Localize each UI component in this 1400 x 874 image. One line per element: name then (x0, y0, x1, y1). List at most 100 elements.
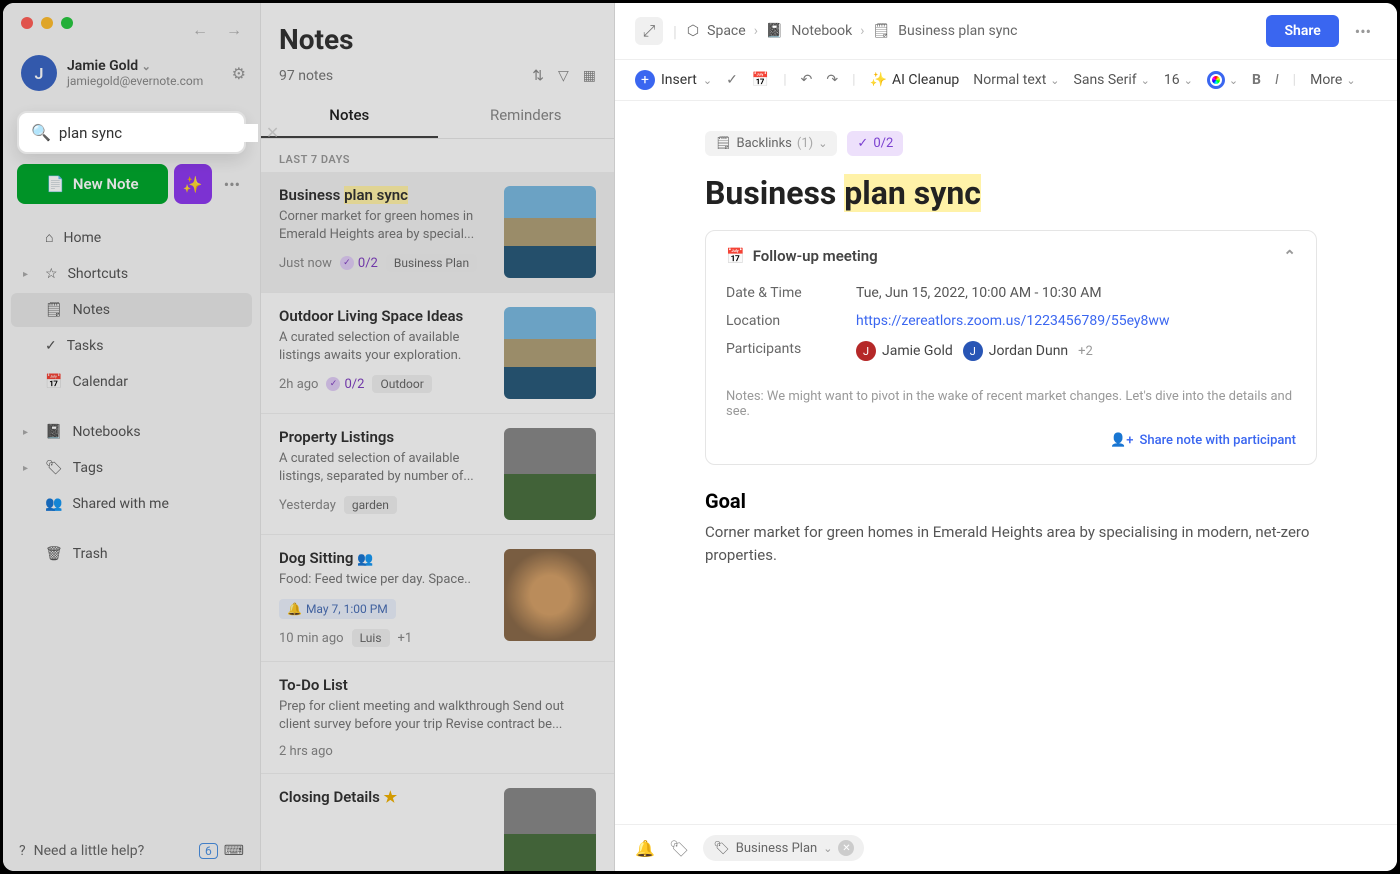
font-size-select[interactable]: 16⌄ (1164, 72, 1193, 88)
notebook-icon: 📓 (45, 424, 62, 440)
more-formatting[interactable]: More⌄ (1310, 72, 1355, 88)
keyboard-icon[interactable]: ⌨ (224, 843, 244, 859)
insert-button[interactable]: +Insert⌄ (635, 70, 712, 90)
search-box[interactable]: 🔍 ✕ (17, 111, 246, 154)
settings-icon[interactable]: ⚙ (232, 64, 246, 83)
more-icon[interactable]: ••• (1349, 22, 1377, 41)
check-icon: ✓ (857, 136, 868, 151)
reminder-badge: 🔔May 7, 1:00 PM (279, 599, 396, 619)
note-card[interactable]: Business plan sync Corner market for gre… (261, 172, 614, 293)
color-picker[interactable]: ⌄ (1207, 71, 1238, 89)
help-icon: ? (19, 843, 26, 859)
note-list-panel: Notes 97 notes ⇅ ▽ ▦ Notes Reminders LAS… (261, 3, 615, 871)
note-card[interactable]: Dog Sitting 👥 Food: Feed twice per day. … (261, 535, 614, 662)
tasks-pill[interactable]: ✓0/2 (847, 131, 903, 156)
card-title: To-Do List (279, 676, 596, 694)
share-button[interactable]: Share (1266, 15, 1338, 47)
filter-icon[interactable]: ▽ (558, 68, 569, 84)
card-time: Just now (279, 256, 332, 271)
remove-tag-icon[interactable]: ✕ (838, 840, 854, 856)
maximize-window[interactable] (61, 17, 73, 29)
minimize-window[interactable] (41, 17, 53, 29)
search-input[interactable] (59, 124, 258, 142)
note-card[interactable]: Closing Details ★ (261, 774, 614, 871)
note-icon: 🗒 (872, 23, 890, 39)
card-title: Business plan sync (279, 186, 492, 204)
nav-notes[interactable]: 🗒Notes (11, 293, 252, 327)
participant[interactable]: JJordan Dunn (963, 341, 1068, 361)
nav-tasks[interactable]: ✓Tasks (11, 329, 252, 363)
card-time: 2 hrs ago (279, 744, 333, 759)
note-card[interactable]: Outdoor Living Space Ideas A curated sel… (261, 293, 614, 414)
tab-reminders[interactable]: Reminders (438, 94, 615, 138)
note-title[interactable]: Business plan sync (705, 174, 1317, 212)
task-icon[interactable]: ✓ (726, 72, 738, 88)
ai-assist-button[interactable]: ✨ (174, 164, 212, 204)
nav-tags[interactable]: ▸🏷Tags (11, 451, 252, 485)
calendar-icon: 📅 (45, 374, 62, 390)
chevron-right-icon: ▸ (23, 463, 35, 474)
panel-title: Notes (279, 23, 596, 56)
font-select[interactable]: Sans Serif⌄ (1074, 72, 1150, 88)
card-thumbnail (504, 307, 596, 399)
star-icon: ★ (384, 788, 397, 806)
help-badge: 6 (199, 843, 218, 859)
more-participants[interactable]: +2 (1078, 344, 1093, 359)
help-link[interactable]: ? Need a little help? 6 ⌨ (3, 831, 260, 871)
participant[interactable]: JJamie Gold (856, 341, 953, 361)
editor-content[interactable]: 🗒Backlinks(1)⌄ ✓0/2 Business plan sync 📅… (615, 101, 1397, 824)
avatar: J (21, 55, 57, 91)
crumb-notebook[interactable]: Notebook (791, 23, 852, 39)
profile[interactable]: J Jamie Gold ⌄ jamiegold@evernote.com ⚙ (3, 29, 260, 101)
tag-icon: 🏷 (713, 841, 730, 856)
sparkle-icon: ✨ (183, 175, 203, 194)
star-icon: ☆ (45, 266, 58, 282)
close-window[interactable] (21, 17, 33, 29)
trash-icon: 🗑 (45, 546, 63, 562)
crumb-space[interactable]: Space (707, 23, 746, 39)
card-thumbnail (504, 186, 596, 278)
nav-shared[interactable]: 👥Shared with me (11, 487, 252, 521)
card-title: Closing Details ★ (279, 788, 492, 806)
sort-icon[interactable]: ⇅ (532, 68, 544, 84)
nav-notebooks[interactable]: ▸📓Notebooks (11, 415, 252, 449)
view-icon[interactable]: ▦ (583, 68, 596, 84)
note-card[interactable]: To-Do List Prep for client meeting and w… (261, 662, 614, 774)
chevron-up-icon[interactable]: ⌃ (1283, 247, 1296, 265)
clear-search-icon[interactable]: ✕ (266, 123, 279, 142)
card-tag: garden (344, 496, 397, 514)
note-card[interactable]: Property Listings A curated selection of… (261, 414, 614, 535)
notebook-icon: 🗒 (715, 136, 732, 151)
expand-icon[interactable]: ⤢ (635, 17, 663, 45)
reminder-add-icon[interactable]: 🔔 (635, 839, 655, 858)
calendar-icon[interactable]: 📅 (752, 72, 769, 88)
text-style-select[interactable]: Normal text⌄ (973, 72, 1059, 88)
nav-trash[interactable]: 🗑Trash (11, 537, 252, 571)
task-count: 0/2 (340, 256, 378, 271)
sidebar: ← → J Jamie Gold ⌄ jamiegold@evernote.co… (3, 3, 261, 871)
toolbar: +Insert⌄ ✓ 📅 | ↶ ↷ | AI Cleanup Normal t… (615, 60, 1397, 101)
tab-notes[interactable]: Notes (261, 94, 438, 138)
color-icon (1207, 71, 1225, 89)
goal-section[interactable]: Goal Corner market for green homes in Em… (705, 489, 1317, 566)
tag-add-icon[interactable]: 🏷 (669, 839, 689, 858)
footer-tag[interactable]: 🏷Business Plan⌄✕ (703, 835, 864, 861)
new-note-button[interactable]: 📄New Note (17, 164, 168, 204)
backlinks-pill[interactable]: 🗒Backlinks(1)⌄ (705, 131, 837, 156)
bold-button[interactable]: B (1252, 72, 1261, 88)
more-options-icon[interactable]: ••• (218, 175, 246, 194)
profile-email: jamiegold@evernote.com (67, 74, 203, 88)
ai-cleanup-button[interactable]: AI Cleanup (870, 72, 960, 88)
redo-icon[interactable]: ↷ (826, 72, 838, 88)
undo-icon[interactable]: ↶ (801, 72, 813, 88)
label-location: Location (726, 313, 856, 329)
share-with-participants[interactable]: 👤+Share note with participant (726, 433, 1296, 448)
meeting-link[interactable]: https://zereatlors.zoom.us/1223456789/55… (856, 313, 1169, 329)
card-excerpt: Food: Feed twice per day. Space.. (279, 571, 492, 589)
nav-shortcuts[interactable]: ▸☆Shortcuts (11, 257, 252, 291)
crumb-note[interactable]: Business plan sync (898, 23, 1017, 39)
nav-calendar[interactable]: 📅Calendar (11, 365, 252, 399)
italic-button[interactable]: I (1275, 72, 1279, 88)
nav-home[interactable]: ⌂Home (11, 220, 252, 255)
person-add-icon: 👤+ (1110, 433, 1133, 448)
